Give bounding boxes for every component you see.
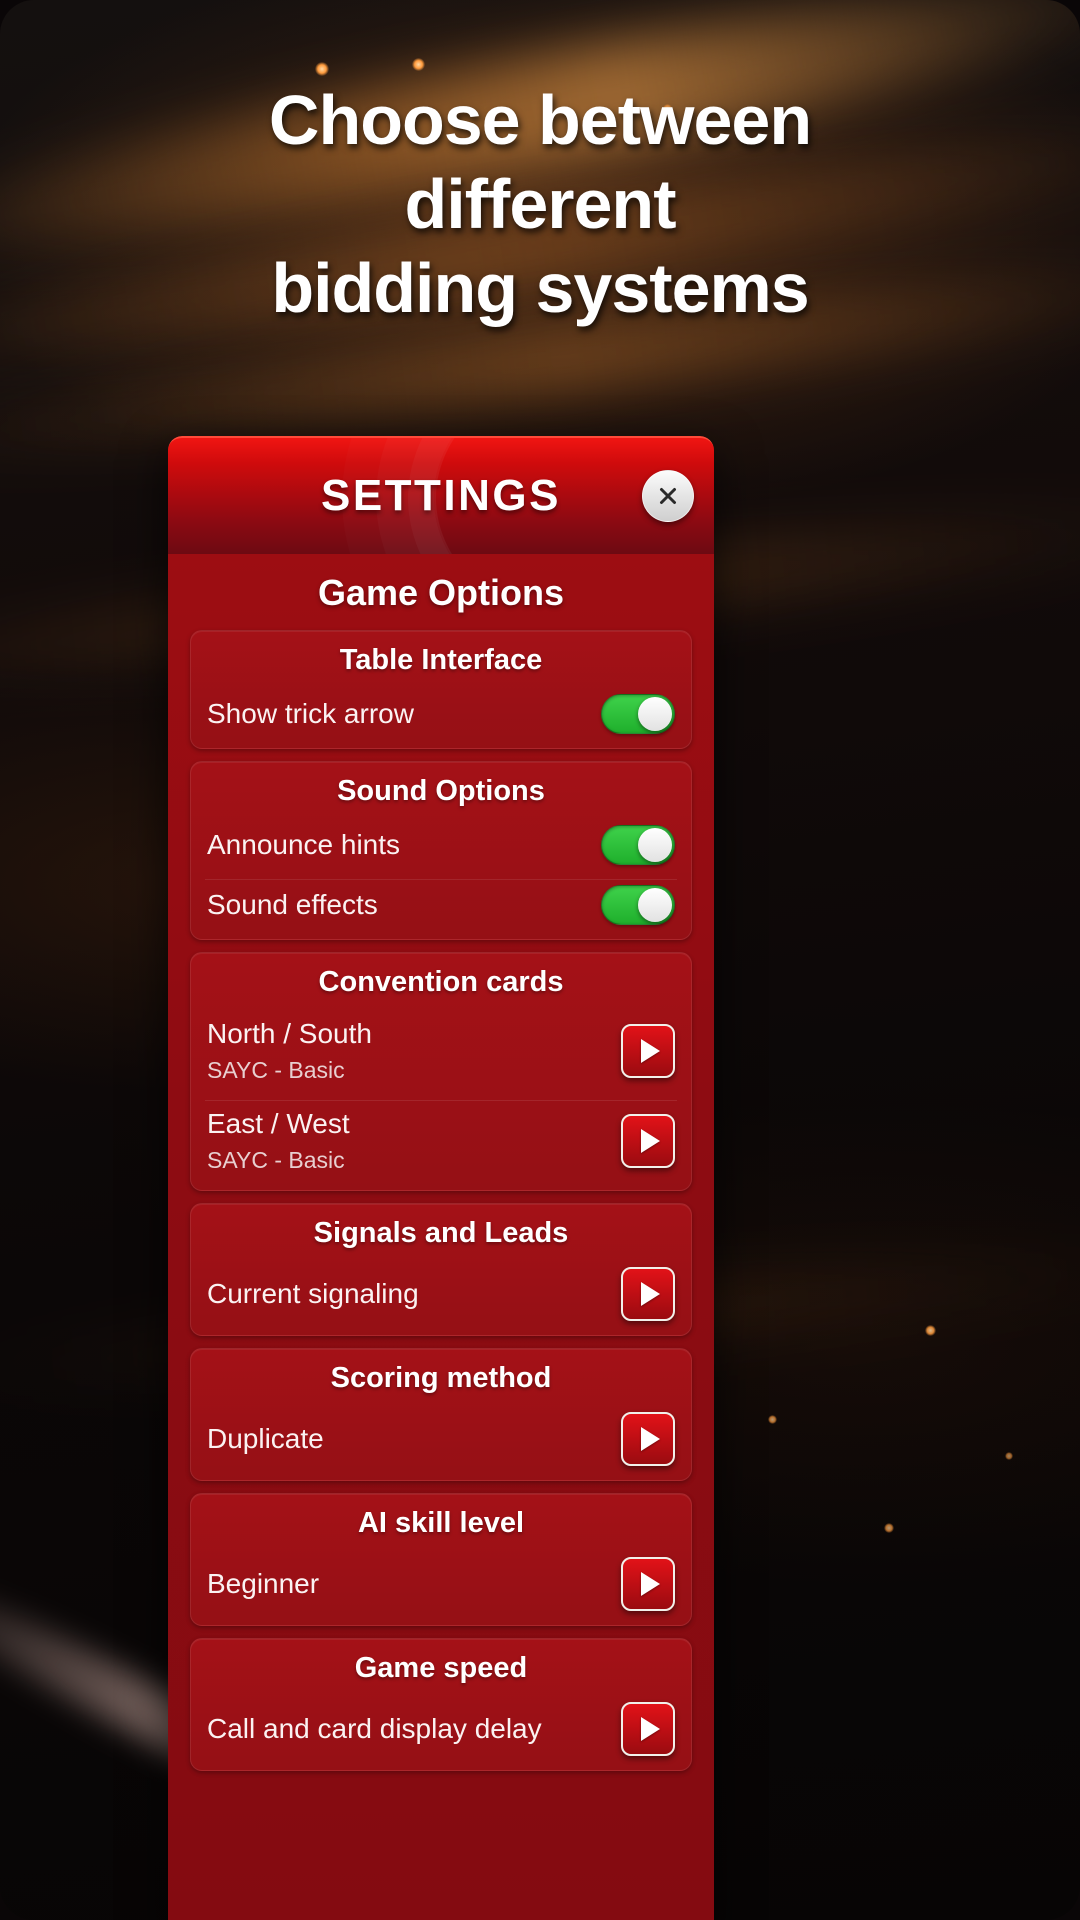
settings-card-title: Sound Options — [337, 775, 545, 807]
settings-row-texts: Show trick arrow — [207, 696, 601, 732]
settings-card-list: Table Interface Show trick arrow Sound Opt… — [168, 630, 714, 1771]
settings-panel: SETTINGS Game Options Table Interface Sho… — [168, 436, 714, 1920]
settings-row-label: Call and card display delay — [207, 1713, 542, 1744]
settings-row[interactable]: Duplicate — [191, 1406, 691, 1480]
spark-particle — [412, 58, 425, 71]
page-title: SETTINGS — [320, 471, 562, 520]
settings-row[interactable]: Announce hints — [191, 819, 691, 879]
settings-card: Sound Options Announce hints Sound effects — [190, 761, 692, 940]
spark-particle — [884, 1523, 894, 1533]
settings-row-label: North / South — [207, 1018, 372, 1049]
settings-row-texts: Current signaling — [207, 1276, 621, 1312]
settings-row-texts: Call and card display delay — [207, 1711, 621, 1747]
settings-card-title: Scoring method — [330, 1362, 552, 1394]
settings-card: Scoring method Duplicate — [190, 1348, 692, 1481]
headline-text: Choose between different bidding systems — [268, 81, 812, 327]
settings-row-label: East / West — [207, 1108, 350, 1139]
close-button[interactable] — [642, 470, 694, 522]
settings-row-label: Show trick arrow — [207, 698, 414, 729]
toggle-knob — [638, 828, 672, 862]
toggle-switch[interactable] — [601, 694, 675, 734]
play-arrow-icon — [641, 1129, 660, 1153]
spark-particle — [768, 1415, 777, 1424]
play-arrow-button[interactable] — [621, 1267, 675, 1321]
settings-row-subtitle: SAYC - Basic — [207, 1057, 345, 1083]
settings-card-title: Convention cards — [318, 966, 564, 998]
spark-particle — [315, 62, 329, 76]
play-arrow-button[interactable] — [621, 1024, 675, 1078]
toggle-knob — [638, 697, 672, 731]
settings-card-title: Table Interface — [339, 644, 543, 676]
play-arrow-icon — [641, 1039, 660, 1063]
settings-row-texts: Announce hints — [207, 827, 601, 863]
play-arrow-icon — [641, 1282, 660, 1306]
play-arrow-button[interactable] — [621, 1702, 675, 1756]
toggle-knob — [638, 888, 672, 922]
settings-card-title: AI skill level — [357, 1507, 525, 1539]
settings-row[interactable]: North / South SAYC - Basic — [191, 1010, 691, 1100]
settings-row-subtitle: SAYC - Basic — [207, 1147, 345, 1173]
play-arrow-button[interactable] — [621, 1557, 675, 1611]
settings-card: Convention cards North / South SAYC - Basi… — [190, 952, 692, 1191]
settings-row-texts: Sound effects — [207, 887, 601, 923]
spark-particle — [1005, 1452, 1013, 1460]
settings-row[interactable]: Call and card display delay — [191, 1696, 691, 1770]
settings-row[interactable]: Show trick arrow — [191, 688, 691, 748]
settings-row-texts: North / South SAYC - Basic — [207, 1016, 621, 1086]
settings-panel-header: SETTINGS — [168, 436, 714, 554]
settings-row[interactable]: Current signaling — [191, 1261, 691, 1335]
settings-card-title: Game speed — [354, 1652, 528, 1684]
settings-row-label: Duplicate — [207, 1423, 324, 1454]
settings-row-texts: Beginner — [207, 1566, 621, 1602]
screenshot-stage: Choose between different bidding systems… — [0, 0, 1080, 1920]
settings-panel-body: Game Options Table Interface Show trick a… — [168, 554, 714, 1920]
settings-card: Game speed Call and card display delay — [190, 1638, 692, 1771]
settings-row-label: Beginner — [207, 1568, 320, 1599]
spark-particle — [925, 1325, 936, 1336]
settings-card-title: Signals and Leads — [313, 1217, 569, 1249]
play-arrow-icon — [641, 1427, 660, 1451]
play-arrow-icon — [641, 1717, 660, 1741]
play-arrow-button[interactable] — [621, 1114, 675, 1168]
settings-row-label: Current signaling — [207, 1278, 419, 1309]
toggle-switch[interactable] — [601, 825, 675, 865]
play-arrow-button[interactable] — [621, 1412, 675, 1466]
settings-card: AI skill level Beginner — [190, 1493, 692, 1626]
section-title: Game Options — [317, 572, 565, 613]
close-icon — [660, 488, 676, 504]
settings-row-texts: East / West SAYC - Basic — [207, 1106, 621, 1176]
settings-row-texts: Duplicate — [207, 1421, 621, 1457]
settings-card: Table Interface Show trick arrow — [190, 630, 692, 749]
settings-row[interactable]: Sound effects — [191, 879, 691, 939]
play-arrow-icon — [641, 1572, 660, 1596]
toggle-switch[interactable] — [601, 885, 675, 925]
settings-row[interactable]: East / West SAYC - Basic — [191, 1100, 691, 1190]
settings-row[interactable]: Beginner — [191, 1551, 691, 1625]
settings-card: Signals and Leads Current signaling — [190, 1203, 692, 1336]
settings-row-label: Announce hints — [207, 829, 401, 860]
settings-row-label: Sound effects — [207, 889, 378, 920]
